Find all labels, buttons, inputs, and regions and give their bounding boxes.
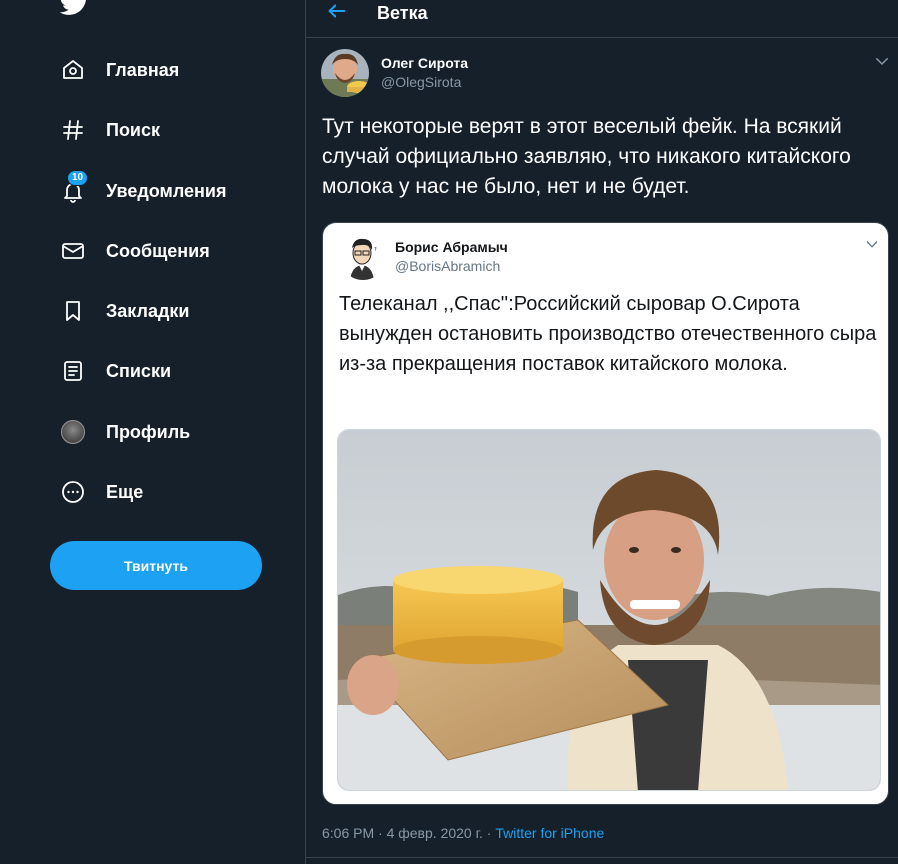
quoted-author-handle[interactable]: @BorisAbramich <box>395 258 500 274</box>
nav-home-label: Главная <box>106 59 180 80</box>
tweet-meta: 6:06 PM · 4 февр. 2020 г. · Twitter for … <box>322 825 604 841</box>
thread-header: Ветка <box>306 0 898 38</box>
arrow-left-icon[interactable] <box>326 0 348 22</box>
nav-messages[interactable]: Сообщения <box>60 231 210 271</box>
nav-more-label: Еще <box>106 481 144 502</box>
hashtag-icon <box>60 117 86 143</box>
home-icon <box>60 57 86 83</box>
svg-text:?: ? <box>374 247 377 253</box>
divider <box>306 857 898 858</box>
nav-bookmarks-label: Закладки <box>106 300 190 321</box>
list-icon <box>60 358 86 384</box>
quoted-tweet-text: Телеканал ,,Спас'':Российский сыровар О.… <box>339 293 877 375</box>
tweet-text: Тут некоторые верят в этот веселый фейк.… <box>322 115 851 198</box>
bell-icon: 10 <box>60 170 89 204</box>
nav-lists[interactable]: Списки <box>60 351 171 391</box>
avatar-icon <box>60 419 86 445</box>
nav-explore[interactable]: Поиск <box>60 110 160 150</box>
profile-avatar <box>61 420 85 444</box>
nav-bookmarks[interactable]: Закладки <box>60 291 189 331</box>
author-avatar[interactable] <box>321 49 369 97</box>
nav-notifications-label: Уведомления <box>106 180 227 201</box>
notification-badge: 10 <box>67 170 89 186</box>
tweet-timestamp[interactable]: 6:06 PM · 4 февр. 2020 г. · <box>322 825 495 841</box>
sidebar: Главная Поиск 10 Уведомления Сообщения З… <box>0 0 305 864</box>
quoted-tweet-photo[interactable] <box>337 429 881 791</box>
nav-messages-label: Сообщения <box>106 240 210 261</box>
nav-profile[interactable]: Профиль <box>60 412 190 452</box>
quoted-author-avatar[interactable]: ? <box>340 234 386 280</box>
chevron-down-icon[interactable] <box>864 236 880 252</box>
page-title: Ветка <box>377 3 428 23</box>
nav-lists-label: Списки <box>106 360 172 381</box>
main-column: Ветка Олег Сирота @OlegSirota Тут некото… <box>305 0 898 864</box>
bookmark-icon <box>60 298 86 324</box>
more-circle-icon <box>60 479 86 505</box>
nav-more[interactable]: Еще <box>60 472 143 512</box>
chevron-down-icon[interactable] <box>873 52 891 70</box>
nav-home[interactable]: Главная <box>60 50 179 90</box>
quoted-tweet[interactable]: ? Борис Абрамыч @BorisAbramich Телеканал… <box>322 222 889 805</box>
nav-explore-label: Поиск <box>106 119 161 140</box>
nav-profile-label: Профиль <box>106 421 191 442</box>
tweet-button[interactable]: Твитнуть <box>50 541 262 590</box>
author-name[interactable]: Олег Сирота <box>381 55 468 71</box>
twitter-bird-icon[interactable] <box>60 0 90 18</box>
author-handle[interactable]: @OlegSirota <box>381 74 461 90</box>
quoted-author-name[interactable]: Борис Абрамыч <box>395 239 508 255</box>
tweet-source-link[interactable]: Twitter for iPhone <box>495 825 604 841</box>
envelope-icon <box>60 238 86 264</box>
nav-notifications[interactable]: 10 Уведомления <box>60 170 227 211</box>
